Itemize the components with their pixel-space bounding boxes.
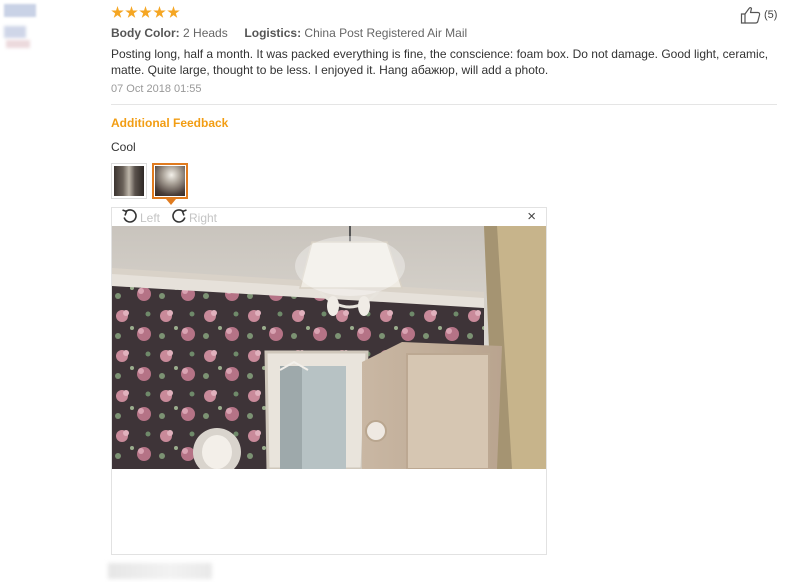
- photo-viewer: Left Right ×: [111, 207, 547, 555]
- reviewer-info-blurred: [0, 0, 60, 60]
- star-icon: [125, 6, 138, 18]
- rotate-left-label: Left: [140, 210, 161, 225]
- star-rating: [111, 6, 180, 19]
- additional-feedback-title: Additional Feedback: [111, 116, 229, 130]
- review-meta: Body Color: 2 Heads Logistics: China Pos…: [111, 26, 467, 40]
- review-photo: [112, 226, 546, 469]
- review-date: 07 Oct 2018 01:55: [111, 83, 202, 95]
- review-text: Posting long, half a month. It was packe…: [111, 47, 769, 77]
- divider: [111, 104, 777, 105]
- logistics-value: China Post Registered Air Mail: [304, 26, 468, 40]
- rotate-left-icon: [121, 208, 139, 227]
- selected-indicator: [166, 199, 176, 205]
- logistics-label: Logistics:: [244, 26, 302, 40]
- close-button[interactable]: ×: [527, 209, 536, 225]
- rotate-right-button[interactable]: Right: [170, 208, 217, 227]
- thumbs-up-icon: [740, 6, 762, 24]
- helpful-button[interactable]: (5): [740, 6, 777, 24]
- photo-thumbnail-selected[interactable]: [152, 163, 188, 199]
- star-icon: [153, 6, 166, 18]
- additional-feedback-text: Cool: [111, 140, 136, 154]
- rotate-right-label: Right: [189, 210, 218, 225]
- viewer-toolbar: Left Right ×: [112, 208, 546, 226]
- star-icon: [139, 6, 152, 18]
- body-color-value: 2 Heads: [183, 26, 228, 40]
- star-icon: [111, 6, 124, 18]
- blurred-footer-text: [108, 563, 212, 579]
- photo-thumbnail[interactable]: [111, 163, 147, 199]
- star-icon: [167, 6, 180, 18]
- rotate-left-button[interactable]: Left: [121, 208, 160, 227]
- body-color-label: Body Color:: [111, 26, 180, 40]
- like-count: (5): [764, 9, 778, 21]
- rotate-right-icon: [170, 208, 188, 227]
